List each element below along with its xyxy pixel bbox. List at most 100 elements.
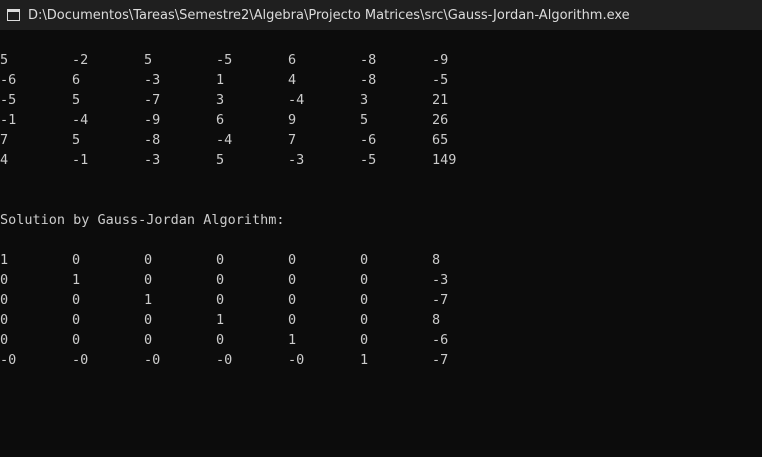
matrix-cell: -8 — [360, 72, 377, 88]
matrix-cell: 6 — [288, 52, 297, 68]
matrix-cell: -0 — [0, 352, 17, 368]
matrix-row: 7 5 -8 -4 7 -6 65 — [0, 130, 762, 150]
solution-heading: Solution by Gauss-Jordan Algorithm: — [0, 212, 285, 228]
console-window: D:\Documentos\Tareas\Semestre2\Algebra\P… — [0, 0, 762, 457]
matrix-row: 0 1 0 0 0 0 -3 — [0, 270, 762, 290]
matrix-cell: 65 — [432, 132, 449, 148]
matrix-row: 0 0 0 0 1 0 -6 — [0, 330, 762, 350]
matrix-cell: -4 — [72, 112, 89, 128]
matrix-cell: 0 — [288, 292, 297, 308]
matrix-cell: 8 — [432, 252, 441, 268]
matrix-row: -6 6 -3 1 4 -8 -5 — [0, 70, 762, 90]
matrix-cell: 0 — [216, 332, 225, 348]
matrix-cell: 7 — [0, 132, 9, 148]
matrix-cell: 0 — [360, 292, 369, 308]
matrix-row: -1 -4 -9 6 9 5 26 — [0, 110, 762, 130]
matrix-cell: -4 — [288, 92, 305, 108]
matrix-cell: -3 — [288, 152, 305, 168]
matrix-row: 1 0 0 0 0 0 8 — [0, 250, 762, 270]
matrix-cell: 4 — [0, 152, 9, 168]
matrix-cell: 0 — [216, 272, 225, 288]
matrix-cell: 0 — [360, 312, 369, 328]
matrix-cell: 0 — [72, 332, 81, 348]
matrix-cell: 4 — [288, 72, 297, 88]
matrix-cell: 26 — [432, 112, 449, 128]
matrix-cell: 1 — [144, 292, 153, 308]
matrix-cell: 0 — [0, 292, 9, 308]
matrix-cell: 5 — [360, 112, 369, 128]
matrix-cell: 0 — [72, 312, 81, 328]
matrix-cell: 5 — [144, 52, 153, 68]
matrix-cell: -7 — [144, 92, 161, 108]
matrix-cell: 6 — [72, 72, 81, 88]
matrix-row: 0 0 0 1 0 0 8 — [0, 310, 762, 330]
matrix-cell: -0 — [288, 352, 305, 368]
matrix-cell: 6 — [216, 112, 225, 128]
matrix-cell: -5 — [216, 52, 233, 68]
matrix-cell: 0 — [144, 272, 153, 288]
matrix-cell: 0 — [144, 252, 153, 268]
matrix-cell: 21 — [432, 92, 449, 108]
matrix-cell: 1 — [360, 352, 369, 368]
matrix-cell: 1 — [216, 312, 225, 328]
matrix-cell: -9 — [144, 112, 161, 128]
matrix-cell: 5 — [72, 92, 81, 108]
matrix-cell: 1 — [0, 252, 9, 268]
matrix-cell: -1 — [0, 112, 17, 128]
matrix-cell: 0 — [0, 332, 9, 348]
matrix-cell: -0 — [144, 352, 161, 368]
console-output[interactable]: 5 -2 5 -5 6 -8 -9 -6 6 -3 1 4 -8 -5 -5 5 -7 3 -4 3 21 -1 -4 -9 6… — [0, 30, 762, 457]
matrix-cell: 0 — [288, 312, 297, 328]
window-title: D:\Documentos\Tareas\Semestre2\Algebra\P… — [28, 7, 630, 23]
matrix-cell: 5 — [0, 52, 9, 68]
matrix-cell: 1 — [288, 332, 297, 348]
matrix-cell: 0 — [0, 272, 9, 288]
matrix-cell: 0 — [216, 252, 225, 268]
matrix-cell: -2 — [72, 52, 89, 68]
matrix-cell: 0 — [360, 332, 369, 348]
matrix-cell: -0 — [72, 352, 89, 368]
matrix-cell: -3 — [144, 72, 161, 88]
matrix-cell: -0 — [216, 352, 233, 368]
matrix-cell: -7 — [432, 292, 449, 308]
matrix-cell: 0 — [72, 292, 81, 308]
matrix-cell: -6 — [0, 72, 17, 88]
title-bar[interactable]: D:\Documentos\Tareas\Semestre2\Algebra\P… — [0, 0, 762, 30]
matrix-cell: -9 — [432, 52, 449, 68]
matrix-cell: 7 — [288, 132, 297, 148]
matrix-cell: 0 — [288, 272, 297, 288]
matrix-cell: 3 — [216, 92, 225, 108]
matrix-row: 4 -1 -3 5 -3 -5 149 — [0, 150, 762, 170]
matrix-cell: -5 — [432, 72, 449, 88]
matrix-row: -0 -0 -0 -0 -0 1 -7 — [0, 350, 762, 370]
matrix-row: -5 5 -7 3 -4 3 21 — [0, 90, 762, 110]
matrix-cell: 0 — [0, 312, 9, 328]
matrix-cell: -5 — [0, 92, 17, 108]
matrix-cell: 8 — [432, 312, 441, 328]
matrix-cell: 0 — [360, 252, 369, 268]
matrix-cell: 0 — [72, 252, 81, 268]
console-window-icon — [7, 9, 20, 21]
matrix-cell: 9 — [288, 112, 297, 128]
matrix-cell: -6 — [360, 132, 377, 148]
matrix-cell: -5 — [360, 152, 377, 168]
matrix-cell: 5 — [72, 132, 81, 148]
matrix-cell: 0 — [360, 272, 369, 288]
matrix-cell: -8 — [144, 132, 161, 148]
matrix-cell: 0 — [288, 252, 297, 268]
matrix-cell: -4 — [216, 132, 233, 148]
matrix-cell: -6 — [432, 332, 449, 348]
matrix-cell: 0 — [216, 292, 225, 308]
matrix-cell: 1 — [216, 72, 225, 88]
matrix-row: 5 -2 5 -5 6 -8 -9 — [0, 50, 762, 70]
matrix-cell: -3 — [144, 152, 161, 168]
matrix-cell: 3 — [360, 92, 369, 108]
matrix-cell: 1 — [72, 272, 81, 288]
matrix-cell: -1 — [72, 152, 89, 168]
matrix-cell: -7 — [432, 352, 449, 368]
matrix-cell: 149 — [432, 152, 457, 168]
matrix-cell: 0 — [144, 332, 153, 348]
matrix-cell: -8 — [360, 52, 377, 68]
matrix-cell: -3 — [432, 272, 449, 288]
matrix-cell: 5 — [216, 152, 225, 168]
